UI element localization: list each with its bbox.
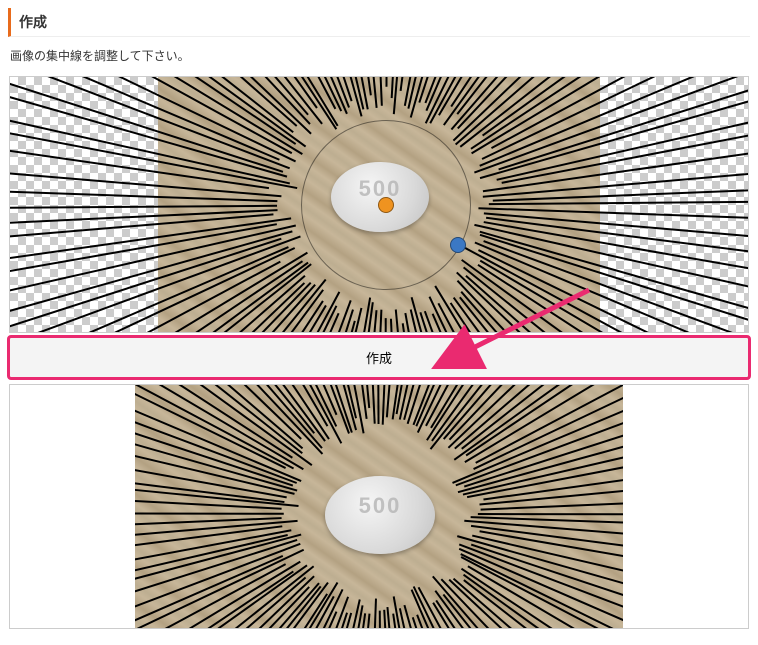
section-header: 作成 — [8, 8, 750, 37]
instruction-text: 画像の集中線を調整して下さい。 — [10, 47, 748, 64]
preview-coin-image — [325, 476, 435, 554]
coin-image — [331, 162, 429, 232]
section-title: 作成 — [19, 14, 47, 30]
center-drag-handle[interactable] — [378, 197, 394, 213]
result-preview — [9, 384, 749, 629]
radius-drag-handle[interactable] — [450, 237, 466, 253]
speedline-editor[interactable] — [9, 76, 749, 333]
create-button-row: 作成 — [9, 337, 749, 378]
create-button[interactable]: 作成 — [9, 337, 749, 378]
create-button-label: 作成 — [366, 351, 392, 366]
